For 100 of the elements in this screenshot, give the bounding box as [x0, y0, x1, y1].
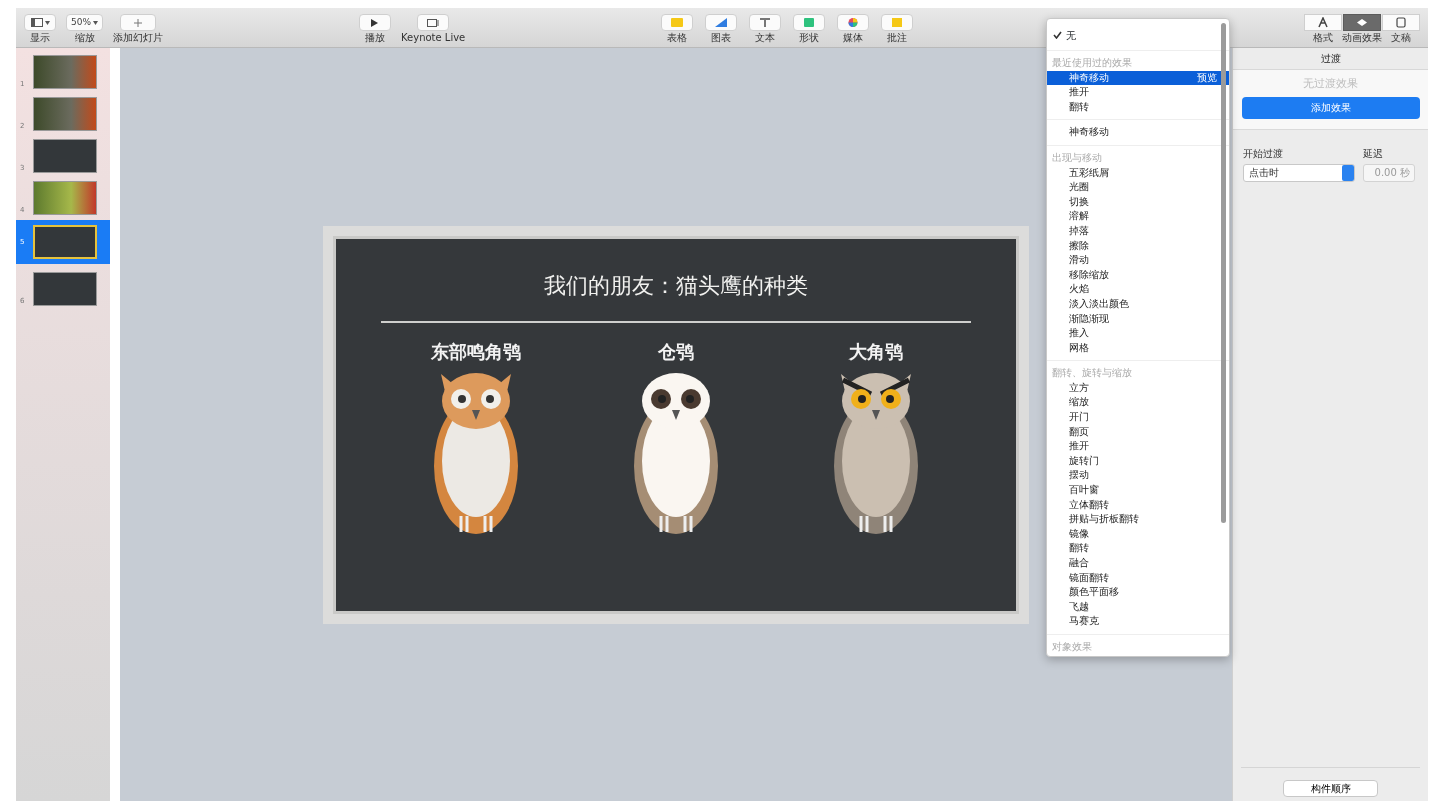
- animate-tab[interactable]: [1343, 14, 1381, 31]
- play-button[interactable]: [359, 14, 391, 31]
- menu-item[interactable]: 融合: [1047, 556, 1229, 571]
- format-tab[interactable]: [1304, 14, 1342, 31]
- menu-item-label: 淡入淡出颜色: [1069, 296, 1129, 311]
- menu-item-label: 网格: [1069, 340, 1089, 355]
- menu-item-label: 滑动: [1069, 253, 1089, 268]
- menu-item[interactable]: 神奇移动 预览: [1047, 70, 1229, 86]
- chart-icon: [714, 17, 729, 28]
- document-icon: [1394, 17, 1408, 28]
- menu-item[interactable]: 淡入淡出颜色: [1047, 296, 1229, 312]
- slide-thumbnail[interactable]: [33, 55, 97, 89]
- toolbar-label: 形状: [799, 32, 820, 43]
- document-tab[interactable]: [1382, 14, 1420, 31]
- menu-item[interactable]: 翻转: [1047, 541, 1229, 556]
- build-order-button[interactable]: 构件顺序: [1283, 780, 1378, 797]
- slide-title: 我们的朋友：猫头鹰的种类: [544, 272, 808, 299]
- menu-item[interactable]: 翻页: [1047, 424, 1229, 440]
- menu-item-label: 颜色平面移: [1069, 585, 1119, 600]
- menu-item[interactable]: 网格: [1047, 340, 1229, 356]
- menu-item[interactable]: 立体翻转: [1047, 497, 1229, 513]
- live-button[interactable]: [417, 14, 450, 31]
- menu-item-label: 镜面翻转: [1069, 570, 1109, 585]
- shape-button[interactable]: [793, 14, 826, 31]
- menu-item[interactable]: 推开: [1047, 439, 1229, 454]
- menu-item[interactable]: 缩放: [1047, 395, 1229, 411]
- menu-item[interactable]: 掉落: [1047, 223, 1229, 239]
- menu-item[interactable]: 火焰: [1047, 282, 1229, 297]
- menu-item-label: 马赛克: [1069, 614, 1099, 629]
- menu-item[interactable]: 推入: [1047, 326, 1229, 341]
- menu-item[interactable]: 开门: [1047, 410, 1229, 425]
- toolbar-label: 文稿: [1391, 32, 1411, 43]
- menu-item[interactable]: 神奇移动: [1047, 125, 1229, 140]
- toolbar-label: Keynote Live: [401, 32, 466, 43]
- stepper-icon: [1342, 164, 1354, 181]
- scrollbar[interactable]: [1221, 23, 1226, 523]
- menu-item-label: 渐隐渐现: [1069, 311, 1109, 326]
- menu-item[interactable]: 渐隐渐现: [1047, 311, 1229, 327]
- menu-item[interactable]: 摆动: [1047, 468, 1229, 484]
- square-icon: [802, 17, 817, 28]
- screen-icon: [427, 17, 440, 28]
- menu-item[interactable]: 滑动: [1047, 253, 1229, 268]
- transition-tab[interactable]: 过渡: [1312, 51, 1349, 66]
- menu-item[interactable]: 擦除: [1047, 238, 1229, 254]
- menu-item[interactable]: 飞越: [1047, 599, 1229, 615]
- menu-item[interactable]: 旋转门: [1047, 453, 1229, 469]
- menu-section-header: 对象效果: [1051, 639, 1093, 654]
- menu-item[interactable]: 溶解: [1047, 209, 1229, 224]
- menu-item[interactable]: 无: [1047, 25, 1229, 45]
- menu-item-label: 推开: [1069, 439, 1089, 454]
- menu-item-label: 神奇移动: [1069, 70, 1109, 85]
- menu-item-label: 擦除: [1069, 238, 1089, 253]
- slide-thumbnail[interactable]: [33, 225, 97, 259]
- add-effect-button[interactable]: 添加效果: [1241, 96, 1420, 119]
- field-label: 延迟: [1363, 146, 1384, 161]
- menu-item-label: 摆动: [1069, 468, 1089, 483]
- diamond-icon: [1355, 17, 1369, 28]
- zoom-button[interactable]: 50%: [66, 14, 103, 31]
- menu-item[interactable]: 光圈: [1047, 180, 1229, 195]
- chart-button[interactable]: [705, 14, 738, 31]
- menu-item-label: 立体翻转: [1069, 497, 1109, 512]
- menu-item-label: 掉落: [1069, 223, 1089, 238]
- menu-item[interactable]: 五彩纸屑: [1047, 165, 1229, 181]
- menu-item-label: 翻页: [1069, 424, 1089, 439]
- view-button[interactable]: [24, 14, 56, 31]
- menu-item[interactable]: 百叶窗: [1047, 483, 1229, 498]
- text-button[interactable]: [749, 14, 782, 31]
- menu-item[interactable]: 颜色平面移: [1047, 585, 1229, 600]
- menu-item-label: 无: [1066, 28, 1076, 43]
- menu-item-label: 开门: [1069, 410, 1089, 425]
- start-select[interactable]: 点击时: [1243, 163, 1355, 182]
- toolbar-label: 缩放: [74, 32, 95, 43]
- menu-item-label: 推入: [1069, 326, 1089, 341]
- menu-item[interactable]: 推开: [1047, 85, 1229, 100]
- media-button[interactable]: [837, 14, 870, 31]
- menu-item-label: 火焰: [1069, 282, 1089, 297]
- menu-section-header: 出现与移动: [1051, 150, 1103, 165]
- sidebar-icon: [30, 17, 43, 28]
- menu-item[interactable]: 翻转: [1047, 99, 1229, 115]
- menu-item-label: 飞越: [1069, 599, 1089, 614]
- select-value: 点击时: [1249, 166, 1279, 180]
- slide-thumbnail[interactable]: [33, 139, 97, 173]
- menu-item[interactable]: 镜像: [1047, 526, 1229, 542]
- menu-item-label: 翻转: [1069, 99, 1089, 114]
- menu-item[interactable]: 马赛克: [1047, 614, 1229, 629]
- slide-thumbnail[interactable]: [33, 97, 97, 131]
- menu-item[interactable]: 切换: [1047, 194, 1229, 210]
- menu-item[interactable]: 镜面翻转: [1047, 570, 1229, 586]
- toolbar-label: 图表: [711, 32, 732, 43]
- toolbar-label: 文本: [755, 32, 776, 43]
- slide-thumbnail[interactable]: [33, 181, 97, 215]
- menu-item[interactable]: 立方: [1047, 380, 1229, 396]
- menu-item[interactable]: 拼贴与折板翻转: [1047, 512, 1229, 527]
- toolbar-label: 显示: [30, 32, 50, 43]
- slide-thumbnail[interactable]: [33, 272, 97, 306]
- menu-item[interactable]: 移除缩放: [1047, 267, 1229, 283]
- owl-name: 东部鸣角鸮: [431, 340, 521, 363]
- menu-item-label: 拼贴与折板翻转: [1069, 512, 1139, 527]
- toolbar-label: 播放: [365, 32, 385, 43]
- menu-item-label: 移除缩放: [1069, 267, 1109, 282]
